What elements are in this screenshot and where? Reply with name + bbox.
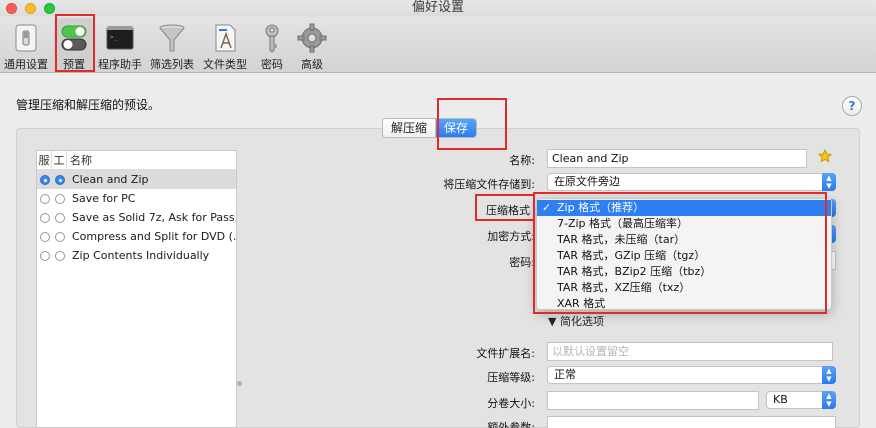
list-item-label: Zip Contents Individually bbox=[72, 249, 210, 262]
checkmark-icon: ✓ bbox=[542, 201, 552, 214]
tool-radio[interactable] bbox=[55, 250, 65, 261]
key-icon bbox=[265, 24, 279, 53]
options-disclosure[interactable]: ▼ 简化选项 bbox=[548, 313, 604, 329]
level-value: 正常 bbox=[554, 368, 576, 381]
menu-item-zip[interactable]: ✓ Zip 格式（推荐） bbox=[537, 200, 831, 216]
tool-radio[interactable] bbox=[55, 231, 65, 242]
presets-toggle-icon bbox=[61, 25, 87, 51]
save-to-value: 在原文件旁边 bbox=[554, 175, 620, 188]
menu-item-label: TAR 格式，XZ压缩（txz） bbox=[557, 281, 691, 294]
menu-item-tgz[interactable]: TAR 格式，GZip 压缩（tgz） bbox=[537, 248, 831, 264]
toolbar-label-filetypes: 文件类型 bbox=[203, 58, 247, 71]
funnel-icon bbox=[159, 24, 185, 52]
menu-item-xar[interactable]: XAR 格式 bbox=[537, 296, 831, 312]
preset-name-field[interactable]: Clean and Zip bbox=[547, 149, 807, 168]
menu-item-label: TAR 格式，GZip 压缩（tgz） bbox=[557, 249, 706, 262]
list-item[interactable]: Zip Contents Individually bbox=[37, 246, 236, 265]
list-item-label: Save as Solid 7z, Ask for Pass... bbox=[72, 211, 236, 224]
password-label: 密码: bbox=[509, 256, 535, 269]
toolbar-item-filter[interactable]: 筛选列表 bbox=[148, 18, 196, 72]
menu-item-tbz[interactable]: TAR 格式，BZip2 压缩（tbz） bbox=[537, 264, 831, 280]
star-icon[interactable] bbox=[818, 149, 832, 163]
name-label: 名称: bbox=[509, 154, 535, 167]
split-unit-value: KB bbox=[773, 393, 788, 406]
extension-field[interactable]: 以默认设置留空 bbox=[547, 342, 833, 361]
tab-extract[interactable]: 解压缩 bbox=[383, 119, 437, 137]
terminal-icon: >_ bbox=[106, 26, 134, 50]
toolbar-item-advanced[interactable]: 高级 bbox=[294, 18, 330, 72]
help-button[interactable]: ? bbox=[842, 96, 862, 116]
split-label: 分卷大小: bbox=[487, 397, 535, 410]
list-item[interactable]: Save for PC bbox=[37, 189, 236, 208]
list-item-label: Save for PC bbox=[72, 192, 136, 205]
svg-text:>_: >_ bbox=[110, 34, 118, 41]
extra-params-label: 额外参数: bbox=[487, 421, 535, 428]
popup-arrows-icon: ▲▼ bbox=[822, 366, 836, 384]
window-title: 偏好设置 bbox=[411, 0, 464, 15]
toolbar-label-presets: 预置 bbox=[63, 58, 85, 71]
tool-radio[interactable] bbox=[55, 193, 65, 204]
mode-segmented-control: 解压缩 保存 bbox=[382, 118, 478, 138]
service-radio[interactable] bbox=[40, 193, 50, 204]
save-to-popup[interactable]: 在原文件旁边 ▲ ▼ bbox=[547, 173, 836, 191]
popup-arrows-icon: ▲▼ bbox=[822, 173, 836, 191]
list-item-label: Clean and Zip bbox=[72, 173, 149, 186]
document-icon bbox=[215, 24, 236, 52]
menu-item-tar[interactable]: TAR 格式，未压缩（tar） bbox=[537, 232, 831, 248]
toolbar-label-filter: 筛选列表 bbox=[150, 58, 194, 71]
menu-item-label: TAR 格式，BZip2 压缩（tbz） bbox=[557, 265, 712, 278]
list-item-label: Compress and Split for DVD (... bbox=[72, 230, 236, 243]
toolbar-label-advanced: 高级 bbox=[301, 58, 323, 71]
extra-params-field[interactable] bbox=[547, 416, 836, 428]
service-radio[interactable] bbox=[40, 231, 50, 242]
list-item[interactable]: Clean and Zip bbox=[37, 170, 236, 189]
title-bar: 偏好设置 bbox=[0, 0, 876, 16]
service-radio[interactable] bbox=[40, 174, 50, 185]
menu-item-label: XAR 格式 bbox=[557, 297, 606, 310]
toolbar-item-helpers[interactable]: >_ 程序助手 bbox=[96, 18, 144, 72]
popup-arrows-icon: ▲▼ bbox=[822, 391, 836, 409]
tab-save[interactable]: 保存 bbox=[436, 119, 477, 137]
menu-item-label: TAR 格式，未压缩（tar） bbox=[557, 233, 686, 246]
presets-list: 服 工 名称 Clean and Zip Save for PC Save as… bbox=[36, 150, 237, 428]
column-header-service[interactable]: 服 bbox=[37, 151, 52, 169]
menu-item-7zip[interactable]: 7-Zip 格式（最高压缩率） bbox=[537, 216, 831, 232]
menu-item-txz[interactable]: TAR 格式，XZ压缩（txz） bbox=[537, 280, 831, 296]
tool-radio[interactable] bbox=[55, 212, 65, 223]
toolbar-label-password: 密码 bbox=[261, 58, 283, 71]
list-header: 服 工 名称 bbox=[37, 151, 236, 170]
list-item[interactable]: Save as Solid 7z, Ask for Pass... bbox=[37, 208, 236, 227]
split-unit-popup[interactable]: KB ▲ ▼ bbox=[766, 391, 836, 409]
list-item[interactable]: Compress and Split for DVD (... bbox=[37, 227, 236, 246]
format-label: 压缩格式 bbox=[486, 204, 530, 217]
toolbar-label-helpers: 程序助手 bbox=[98, 58, 142, 71]
tool-radio[interactable] bbox=[55, 174, 65, 185]
menu-item-label: 7-Zip 格式（最高压缩率） bbox=[557, 217, 689, 230]
toolbar-item-presets[interactable]: 预置 bbox=[54, 18, 94, 72]
save-to-label: 将压缩文件存储到: bbox=[443, 178, 535, 191]
level-popup[interactable]: 正常 ▲ ▼ bbox=[547, 366, 836, 384]
split-size-field[interactable] bbox=[547, 391, 759, 410]
format-dropdown-menu: ✓ Zip 格式（推荐） 7-Zip 格式（最高压缩率） TAR 格式，未压缩（… bbox=[536, 198, 832, 310]
toolbar-item-password[interactable]: 密码 bbox=[254, 18, 290, 72]
toolbar-item-filetypes[interactable]: 文件类型 bbox=[201, 18, 249, 72]
level-label: 压缩等级: bbox=[487, 371, 535, 384]
encryption-label: 加密方式: bbox=[487, 230, 535, 243]
gear-icon bbox=[297, 23, 327, 53]
intro-text: 管理压缩和解压缩的预设。 bbox=[16, 98, 161, 112]
column-header-tool[interactable]: 工 bbox=[52, 151, 67, 169]
split-resize-handle[interactable] bbox=[237, 381, 242, 386]
toolbar-item-general[interactable]: 通用设置 bbox=[2, 18, 50, 72]
general-switch-icon bbox=[15, 24, 37, 52]
toolbar-label-general: 通用设置 bbox=[4, 58, 48, 71]
extension-label: 文件扩展名: bbox=[476, 347, 535, 360]
preferences-toolbar: 通用设置 预置 >_ 程序助手 筛选列表 文件类型 密码 高级 bbox=[0, 16, 876, 73]
menu-item-label: Zip 格式（推荐） bbox=[557, 201, 645, 214]
service-radio[interactable] bbox=[40, 212, 50, 223]
service-radio[interactable] bbox=[40, 250, 50, 261]
column-header-name[interactable]: 名称 bbox=[67, 151, 92, 169]
